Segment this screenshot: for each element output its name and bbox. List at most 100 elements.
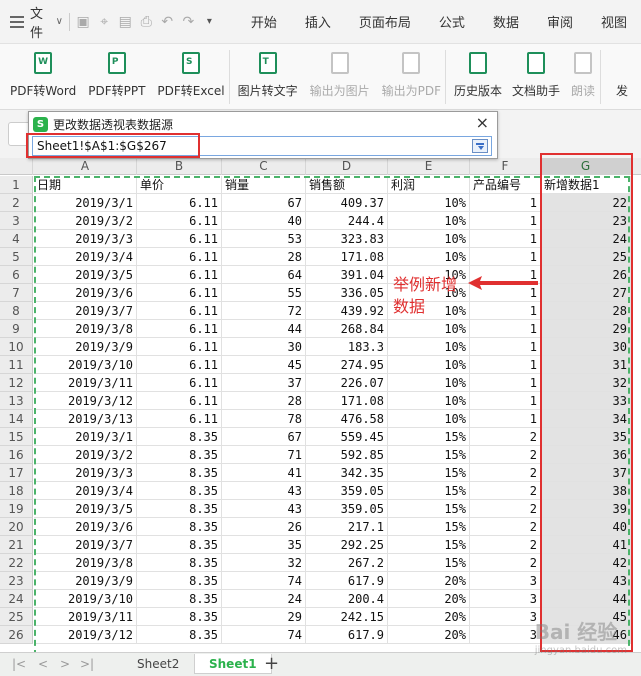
data-cell[interactable]: 20% <box>388 572 470 590</box>
data-cell[interactable]: 39 <box>541 500 631 518</box>
menu-tab[interactable]: 开始 <box>237 12 291 31</box>
data-cell[interactable]: 32 <box>541 374 631 392</box>
row-header[interactable]: 21 <box>0 536 33 554</box>
data-cell[interactable]: 2019/3/13 <box>34 410 137 428</box>
column-header-c[interactable]: C <box>222 158 306 175</box>
data-cell[interactable]: 2019/3/7 <box>34 536 137 554</box>
data-cell[interactable]: 1 <box>470 248 541 266</box>
data-cell[interactable]: 439.92 <box>306 302 388 320</box>
data-cell[interactable]: 3 <box>470 626 541 644</box>
data-cell[interactable]: 10% <box>388 212 470 230</box>
data-cell[interactable]: 35 <box>541 428 631 446</box>
print-icon[interactable]: ⎙ <box>139 12 154 32</box>
data-cell[interactable]: 2019/3/10 <box>34 590 137 608</box>
data-cell[interactable]: 6.11 <box>137 230 222 248</box>
menu-file[interactable]: 文件 <box>30 3 50 41</box>
data-cell[interactable]: 6.11 <box>137 302 222 320</box>
row-header[interactable]: 6 <box>0 266 33 284</box>
data-cell[interactable]: 1 <box>470 392 541 410</box>
data-cell[interactable]: 8.35 <box>137 536 222 554</box>
row-header[interactable]: 8 <box>0 302 33 320</box>
menu-tab[interactable]: 数据 <box>479 12 533 31</box>
data-cell[interactable]: 40 <box>222 212 306 230</box>
menu-tab[interactable]: 页面布局 <box>345 12 425 31</box>
data-cell[interactable]: 8.35 <box>137 428 222 446</box>
data-cell[interactable]: 244.4 <box>306 212 388 230</box>
row-header[interactable]: 24 <box>0 590 33 608</box>
row-header[interactable]: 26 <box>0 626 33 644</box>
data-cell[interactable]: 2019/3/1 <box>34 428 137 446</box>
data-cell[interactable]: 43 <box>222 500 306 518</box>
data-cell[interactable]: 2 <box>470 482 541 500</box>
select-all-corner[interactable] <box>0 158 33 175</box>
data-cell[interactable]: 22 <box>541 194 631 212</box>
row-header[interactable]: 2 <box>0 194 33 212</box>
data-cell[interactable]: 64 <box>222 266 306 284</box>
data-cell[interactable]: 8.35 <box>137 608 222 626</box>
data-cell[interactable]: 8.35 <box>137 590 222 608</box>
history-version-button[interactable]: 历史版本 <box>454 44 502 99</box>
row-header[interactable]: 18 <box>0 482 33 500</box>
data-cell[interactable]: 2019/3/6 <box>34 518 137 536</box>
hamburger-icon[interactable] <box>10 15 28 28</box>
data-cell[interactable]: 391.04 <box>306 266 388 284</box>
row-header[interactable]: 9 <box>0 320 33 338</box>
row-header[interactable]: 3 <box>0 212 33 230</box>
pdf-to-ppt-button[interactable]: P PDF转PPT <box>88 44 145 99</box>
data-cell[interactable]: 2019/3/7 <box>34 302 137 320</box>
data-cell[interactable]: 2019/3/8 <box>34 554 137 572</box>
data-cell[interactable]: 36 <box>541 446 631 464</box>
data-cell[interactable]: 1 <box>470 212 541 230</box>
row-header[interactable]: 7 <box>0 284 33 302</box>
data-cell[interactable]: 15% <box>388 428 470 446</box>
data-cell[interactable]: 67 <box>222 428 306 446</box>
data-cell[interactable]: 6.11 <box>137 410 222 428</box>
next-sheet-icon[interactable]: > <box>60 657 70 671</box>
row-header[interactable]: 23 <box>0 572 33 590</box>
header-cell[interactable]: 销售额 <box>306 176 388 194</box>
data-cell[interactable]: 6.11 <box>137 338 222 356</box>
data-cell[interactable]: 24 <box>541 230 631 248</box>
data-cell[interactable]: 6.11 <box>137 320 222 338</box>
row-header[interactable]: 16 <box>0 446 33 464</box>
data-cell[interactable]: 74 <box>222 572 306 590</box>
prev-sheet-icon[interactable]: < <box>38 657 48 671</box>
data-cell[interactable]: 226.07 <box>306 374 388 392</box>
data-cell[interactable]: 1 <box>470 230 541 248</box>
data-cell[interactable]: 8.35 <box>137 572 222 590</box>
data-cell[interactable]: 1 <box>470 338 541 356</box>
export-image-button[interactable]: 输出为图片 <box>310 44 370 99</box>
data-cell[interactable]: 72 <box>222 302 306 320</box>
data-cell[interactable]: 617.9 <box>306 572 388 590</box>
data-cell[interactable]: 267.2 <box>306 554 388 572</box>
data-cell[interactable]: 30 <box>541 338 631 356</box>
data-cell[interactable]: 2 <box>470 428 541 446</box>
read-aloud-button[interactable]: 朗读 <box>570 44 596 99</box>
data-cell[interactable]: 342.35 <box>306 464 388 482</box>
undo-icon[interactable]: ↶ <box>160 12 175 32</box>
data-cell[interactable]: 10% <box>388 230 470 248</box>
row-header[interactable]: 15 <box>0 428 33 446</box>
column-header-g[interactable]: G <box>541 158 631 175</box>
data-cell[interactable]: 8.35 <box>137 554 222 572</box>
row-header[interactable]: 11 <box>0 356 33 374</box>
data-cell[interactable]: 1 <box>470 356 541 374</box>
add-sheet-button[interactable]: + <box>264 654 279 674</box>
data-cell[interactable]: 10% <box>388 410 470 428</box>
data-cell[interactable]: 2 <box>470 554 541 572</box>
data-cell[interactable]: 41 <box>541 536 631 554</box>
data-cell[interactable]: 2019/3/11 <box>34 608 137 626</box>
header-cell[interactable]: 产品编号 <box>470 176 541 194</box>
data-cell[interactable]: 8.35 <box>137 518 222 536</box>
data-cell[interactable]: 10% <box>388 374 470 392</box>
header-cell[interactable]: 日期 <box>34 176 137 194</box>
data-cell[interactable]: 617.9 <box>306 626 388 644</box>
data-cell[interactable]: 2019/3/5 <box>34 266 137 284</box>
data-cell[interactable]: 1 <box>470 374 541 392</box>
data-cell[interactable]: 10% <box>388 338 470 356</box>
header-cell[interactable]: 单价 <box>137 176 222 194</box>
data-cell[interactable]: 8.35 <box>137 500 222 518</box>
data-cell[interactable]: 1 <box>470 194 541 212</box>
send-button[interactable]: 发 <box>609 44 635 99</box>
data-cell[interactable]: 10% <box>388 392 470 410</box>
